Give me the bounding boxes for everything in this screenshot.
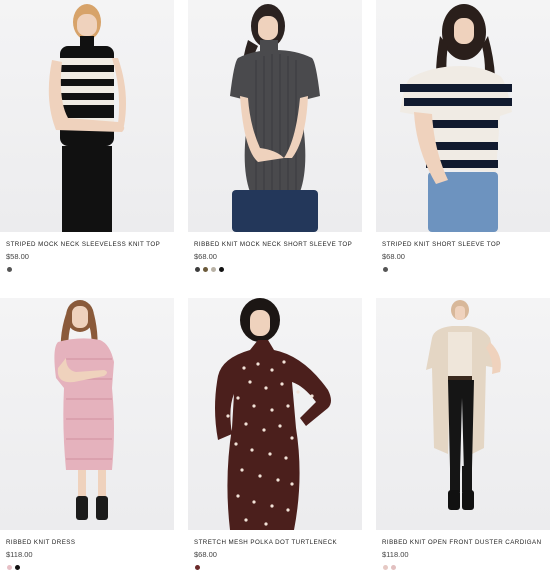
color-swatch[interactable] bbox=[7, 267, 12, 272]
product-name[interactable]: STRIPED KNIT SHORT SLEEVE TOP bbox=[376, 241, 550, 248]
product-price: $68.00 bbox=[194, 550, 217, 559]
product-price: $118.00 bbox=[6, 550, 33, 559]
color-swatches bbox=[376, 267, 550, 272]
color-swatches bbox=[188, 565, 362, 570]
color-swatch[interactable] bbox=[203, 267, 208, 272]
product-name[interactable]: RIBBED KNIT MOCK NECK SHORT SLEEVE TOP bbox=[188, 241, 362, 248]
product-image[interactable] bbox=[188, 298, 362, 530]
color-swatches bbox=[376, 565, 550, 570]
product-image[interactable] bbox=[376, 0, 550, 232]
color-swatch[interactable] bbox=[195, 565, 200, 570]
color-swatches bbox=[0, 267, 174, 272]
product-price: $58.00 bbox=[6, 252, 29, 261]
product-name[interactable]: STRETCH MESH POLKA DOT TURTLENECK bbox=[188, 539, 362, 546]
product-image[interactable] bbox=[0, 0, 174, 232]
product-name[interactable]: STRIPED MOCK NECK SLEEVELESS KNIT TOP bbox=[0, 241, 174, 248]
product-price: $68.00 bbox=[382, 252, 405, 261]
product-image[interactable] bbox=[376, 298, 550, 530]
color-swatch[interactable] bbox=[211, 267, 216, 272]
product-card[interactable]: STRETCH MESH POLKA DOT TURTLENECK $68.00 bbox=[188, 298, 362, 570]
color-swatch[interactable] bbox=[219, 267, 224, 272]
color-swatch[interactable] bbox=[383, 267, 388, 272]
product-price: $68.00 bbox=[194, 252, 217, 261]
color-swatch[interactable] bbox=[7, 565, 12, 570]
product-card[interactable]: RIBBED KNIT DRESS $118.00 bbox=[0, 298, 174, 570]
product-card[interactable]: RIBBED KNIT OPEN FRONT DUSTER CARDIGAN $… bbox=[376, 298, 550, 570]
product-card[interactable]: STRIPED MOCK NECK SLEEVELESS KNIT TOP $5… bbox=[0, 0, 174, 272]
color-swatch[interactable] bbox=[391, 565, 396, 570]
product-name[interactable]: RIBBED KNIT OPEN FRONT DUSTER CARDIGAN bbox=[376, 539, 550, 546]
color-swatches bbox=[0, 565, 174, 570]
product-card[interactable]: STRIPED KNIT SHORT SLEEVE TOP $68.00 bbox=[376, 0, 550, 272]
product-image[interactable] bbox=[0, 298, 174, 530]
product-grid: STRIPED MOCK NECK SLEEVELESS KNIT TOP $5… bbox=[0, 0, 550, 572]
color-swatch[interactable] bbox=[15, 565, 20, 570]
color-swatches bbox=[188, 267, 362, 272]
product-image[interactable] bbox=[188, 0, 362, 232]
product-price: $118.00 bbox=[382, 550, 409, 559]
product-name[interactable]: RIBBED KNIT DRESS bbox=[0, 539, 174, 546]
color-swatch[interactable] bbox=[195, 267, 200, 272]
product-card[interactable]: RIBBED KNIT MOCK NECK SHORT SLEEVE TOP $… bbox=[188, 0, 362, 272]
color-swatch[interactable] bbox=[383, 565, 388, 570]
